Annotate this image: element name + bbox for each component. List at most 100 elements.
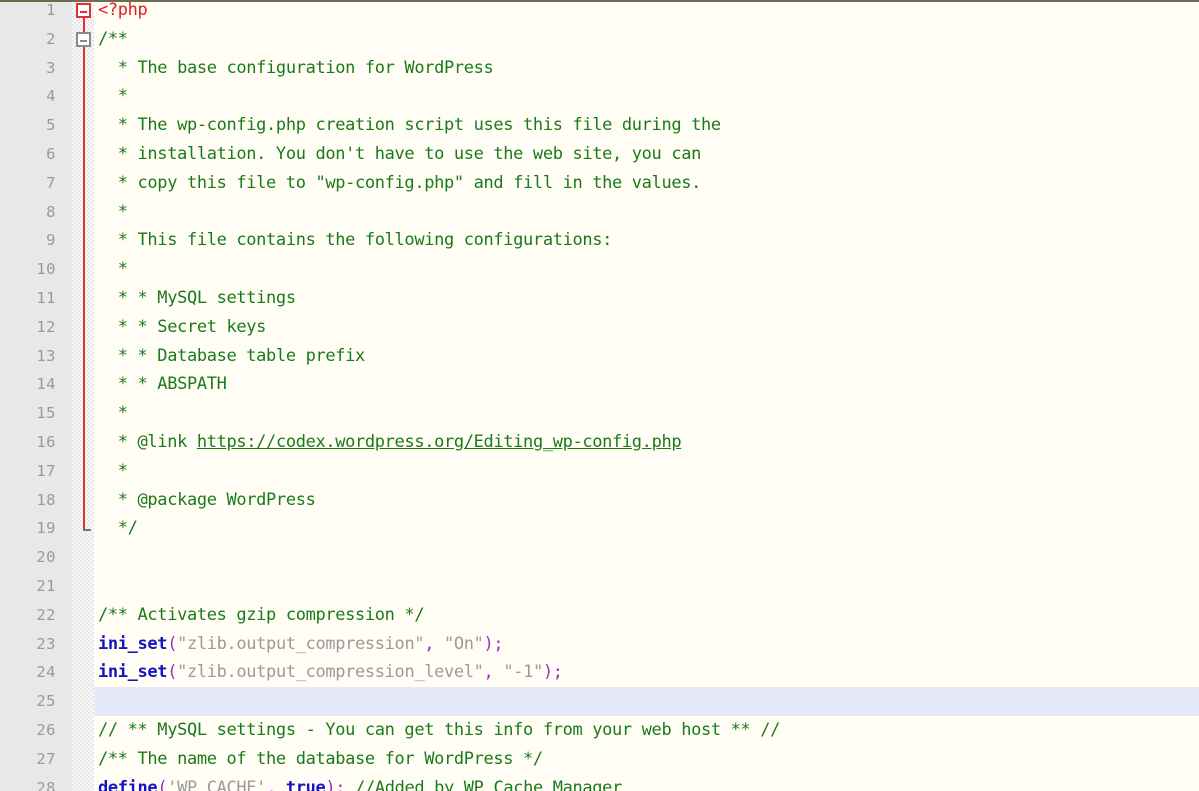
- token-fn: ini_set: [98, 662, 168, 683]
- line-number: 13: [36, 346, 56, 365]
- code-line-current[interactable]: [90, 687, 1199, 716]
- code-fold-column[interactable]: [72, 2, 94, 791]
- token-php: <?php: [98, 0, 148, 20]
- token-comment: // ** MySQL settings - You can get this …: [98, 720, 781, 740]
- code-line[interactable]: ini_set("zlib.output_compression_level",…: [94, 658, 1199, 687]
- code-line[interactable]: * @package WordPress: [94, 486, 1199, 515]
- token-string: "zlib.output_compression": [177, 633, 425, 654]
- code-line[interactable]: *: [94, 255, 1199, 284]
- code-line[interactable]: * installation. You don't have to use th…: [94, 140, 1199, 169]
- token-comment: * * ABSPATH: [98, 374, 227, 395]
- line-number-gutter[interactable]: 1 2 3 4 5 6 7 8 9 10 11 12 13 14 15 16 17 18 19 20 21 22 23 24 2…: [0, 2, 72, 791]
- token-comment: *: [98, 86, 128, 107]
- token-punc: ,: [266, 777, 286, 791]
- code-line[interactable]: * * Database table prefix: [94, 342, 1199, 371]
- token-comment: * * Secret keys: [98, 316, 267, 337]
- code-line[interactable]: [94, 572, 1199, 601]
- code-line[interactable]: <?php: [94, 0, 1199, 25]
- minus-icon: [80, 39, 87, 42]
- code-line[interactable]: /** Activates gzip compression */: [94, 601, 1199, 630]
- token-comment: * This file contains the following confi…: [98, 230, 613, 251]
- line-number: 19: [36, 519, 56, 538]
- token-string: "-1": [503, 662, 543, 683]
- token-comment: * installation. You don't have to use th…: [98, 144, 702, 164]
- code-line[interactable]: *: [94, 399, 1199, 428]
- code-line[interactable]: ini_set("zlib.output_compression", "On")…: [94, 630, 1199, 659]
- code-line[interactable]: * The base configuration for WordPress: [94, 54, 1199, 83]
- code-line[interactable]: * * Secret keys: [94, 313, 1199, 342]
- code-line[interactable]: * copy this file to "wp-config.php" and …: [94, 169, 1199, 198]
- token-comment: *: [98, 259, 128, 280]
- token-punc: ,: [483, 662, 504, 683]
- fold-guide-line: [83, 10, 85, 529]
- line-number: 2: [46, 29, 56, 48]
- line-number: 8: [46, 202, 56, 221]
- token-string: "zlib.output_compression_level": [177, 662, 484, 683]
- code-line[interactable]: *: [94, 198, 1199, 227]
- token-string: 'WP_CACHE': [167, 777, 267, 791]
- token-comment: * The base configuration for WordPress: [98, 57, 494, 78]
- code-line[interactable]: * This file contains the following confi…: [94, 226, 1199, 255]
- fold-collapse-icon[interactable]: [76, 2, 91, 18]
- token-fn: define: [98, 777, 158, 791]
- token-punc: );: [542, 662, 563, 683]
- token-comment: *: [98, 403, 128, 424]
- token-comment: * * MySQL settings: [98, 288, 296, 308]
- token-punc: ,: [424, 633, 444, 654]
- code-line[interactable]: * * MySQL settings: [94, 284, 1199, 313]
- code-text-area[interactable]: <?php /** * The base configuration for Wo…: [90, 0, 1199, 791]
- line-number: 27: [36, 749, 56, 768]
- token-comment: * @link: [98, 432, 197, 452]
- token-punc: );: [325, 777, 346, 791]
- token-punc: (: [157, 777, 168, 791]
- token-kw: true: [285, 777, 326, 791]
- token-punc: );: [483, 633, 504, 654]
- line-number: 17: [36, 461, 56, 480]
- line-number: 12: [36, 317, 56, 336]
- token-comment: *: [98, 201, 128, 222]
- fold-collapse-icon[interactable]: [76, 31, 91, 47]
- code-line[interactable]: * * ABSPATH: [94, 370, 1199, 399]
- token-comment: * @package WordPress: [98, 489, 316, 510]
- line-number: 14: [36, 375, 56, 394]
- token-comment: * copy this file to "wp-config.php" and …: [98, 172, 702, 193]
- code-line[interactable]: */: [94, 514, 1199, 543]
- token-comment: //Added by WP Cache Manager: [345, 777, 622, 791]
- code-line[interactable]: * @link https://codex.wordpress.org/Edit…: [94, 428, 1199, 457]
- line-number: 16: [36, 433, 56, 451]
- token-punc: (: [167, 633, 178, 654]
- code-editor[interactable]: 1 2 3 4 5 6 7 8 9 10 11 12 13 14 15 16 17 18 19 20 21 22 23 24 2…: [0, 0, 1199, 791]
- code-line[interactable]: define('WP_CACHE', true); //Added by WP …: [94, 774, 1199, 791]
- line-number: 1: [46, 1, 56, 19]
- code-line[interactable]: // ** MySQL settings - You can get this …: [94, 716, 1199, 745]
- token-comment: /** The name of the database for WordPre…: [98, 748, 543, 769]
- line-number: 5: [46, 116, 56, 135]
- line-number: 4: [46, 87, 56, 106]
- code-line[interactable]: *: [94, 82, 1199, 111]
- code-line[interactable]: * The wp-config.php creation script uses…: [94, 111, 1199, 140]
- line-number: 26: [36, 721, 56, 739]
- token-link[interactable]: https://codex.wordpress.org/Editing_wp-c…: [197, 432, 682, 452]
- token-punc: (: [167, 662, 178, 683]
- fold-end-marker: [83, 528, 91, 531]
- token-comment: * * Database table prefix: [98, 345, 365, 366]
- line-number: 24: [36, 663, 56, 682]
- line-number: 25: [36, 692, 56, 711]
- minus-icon: [80, 10, 87, 13]
- token-comment: /**: [98, 28, 128, 49]
- token-comment: */: [98, 518, 138, 539]
- line-number: 7: [46, 173, 56, 192]
- line-number: 3: [46, 58, 56, 77]
- line-number: 10: [36, 260, 56, 279]
- token-comment: * The wp-config.php creation script uses…: [98, 115, 721, 136]
- code-line[interactable]: *: [94, 457, 1199, 486]
- token-fn: ini_set: [98, 633, 168, 654]
- token-comment: /** Activates gzip compression */: [98, 604, 425, 625]
- line-number: 20: [36, 548, 56, 567]
- line-number: 6: [46, 145, 56, 163]
- line-number: 18: [36, 490, 56, 509]
- code-line[interactable]: /** The name of the database for WordPre…: [94, 745, 1199, 774]
- code-line[interactable]: /**: [94, 25, 1199, 54]
- line-number: 21: [36, 577, 56, 595]
- code-line[interactable]: [94, 543, 1199, 572]
